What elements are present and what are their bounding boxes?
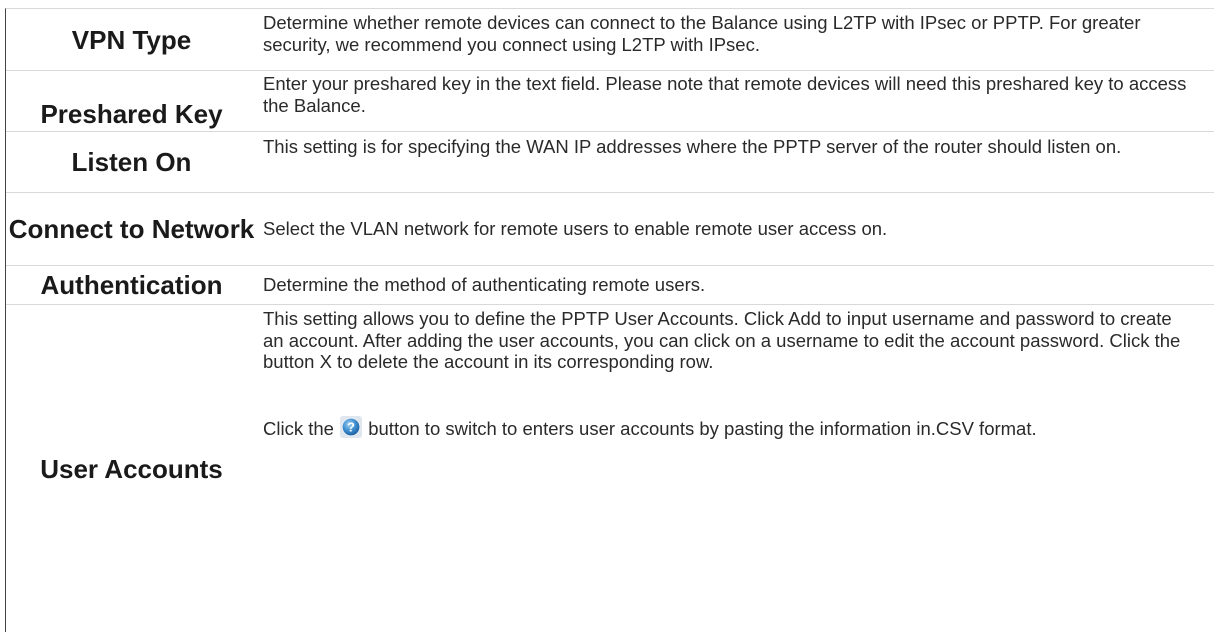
setting-label-user-accounts: User Accounts [6, 305, 257, 632]
setting-description-authentication: Determine the method of authenticating r… [257, 266, 1214, 305]
help-question-icon: ? [340, 416, 362, 438]
setting-description-vpn-type: Determine whether remote devices can con… [257, 9, 1214, 71]
setting-label-listen-on: Listen On [6, 132, 257, 193]
table-row: VPN Type Determine whether remote device… [6, 9, 1214, 71]
csv-note-after: button to switch to enters user accounts… [368, 418, 1036, 439]
setting-description-user-accounts: This setting allows you to define the PP… [263, 308, 1196, 373]
svg-text:?: ? [347, 419, 355, 434]
settings-help-table: VPN Type Determine whether remote device… [5, 8, 1214, 632]
table-row: Preshared Key Enter your preshared key i… [6, 71, 1214, 132]
setting-description-user-accounts-cell: This setting allows you to define the PP… [257, 305, 1214, 632]
table-row: Connect to Network Select the VLAN netwo… [6, 193, 1214, 266]
table-row: Authentication Determine the method of a… [6, 266, 1214, 305]
table-row: Listen On This setting is for specifying… [6, 132, 1214, 193]
setting-label-preshared-key: Preshared Key [6, 71, 257, 132]
table-row: User Accounts This setting allows you to… [6, 305, 1214, 632]
setting-label-connect-to-network: Connect to Network [6, 193, 257, 266]
setting-description-preshared-key: Enter your preshared key in the text fie… [257, 71, 1214, 132]
csv-note-before: Click the [263, 418, 334, 439]
setting-label-vpn-type: VPN Type [6, 9, 257, 71]
setting-description-listen-on: This setting is for specifying the WAN I… [257, 132, 1214, 193]
setting-label-authentication: Authentication [6, 266, 257, 305]
setting-description-connect-to-network: Select the VLAN network for remote users… [257, 193, 1214, 266]
paragraph-gap [263, 373, 1196, 416]
csv-note: Click the ? [263, 416, 1196, 440]
settings-table: VPN Type Determine whether remote device… [6, 9, 1214, 632]
